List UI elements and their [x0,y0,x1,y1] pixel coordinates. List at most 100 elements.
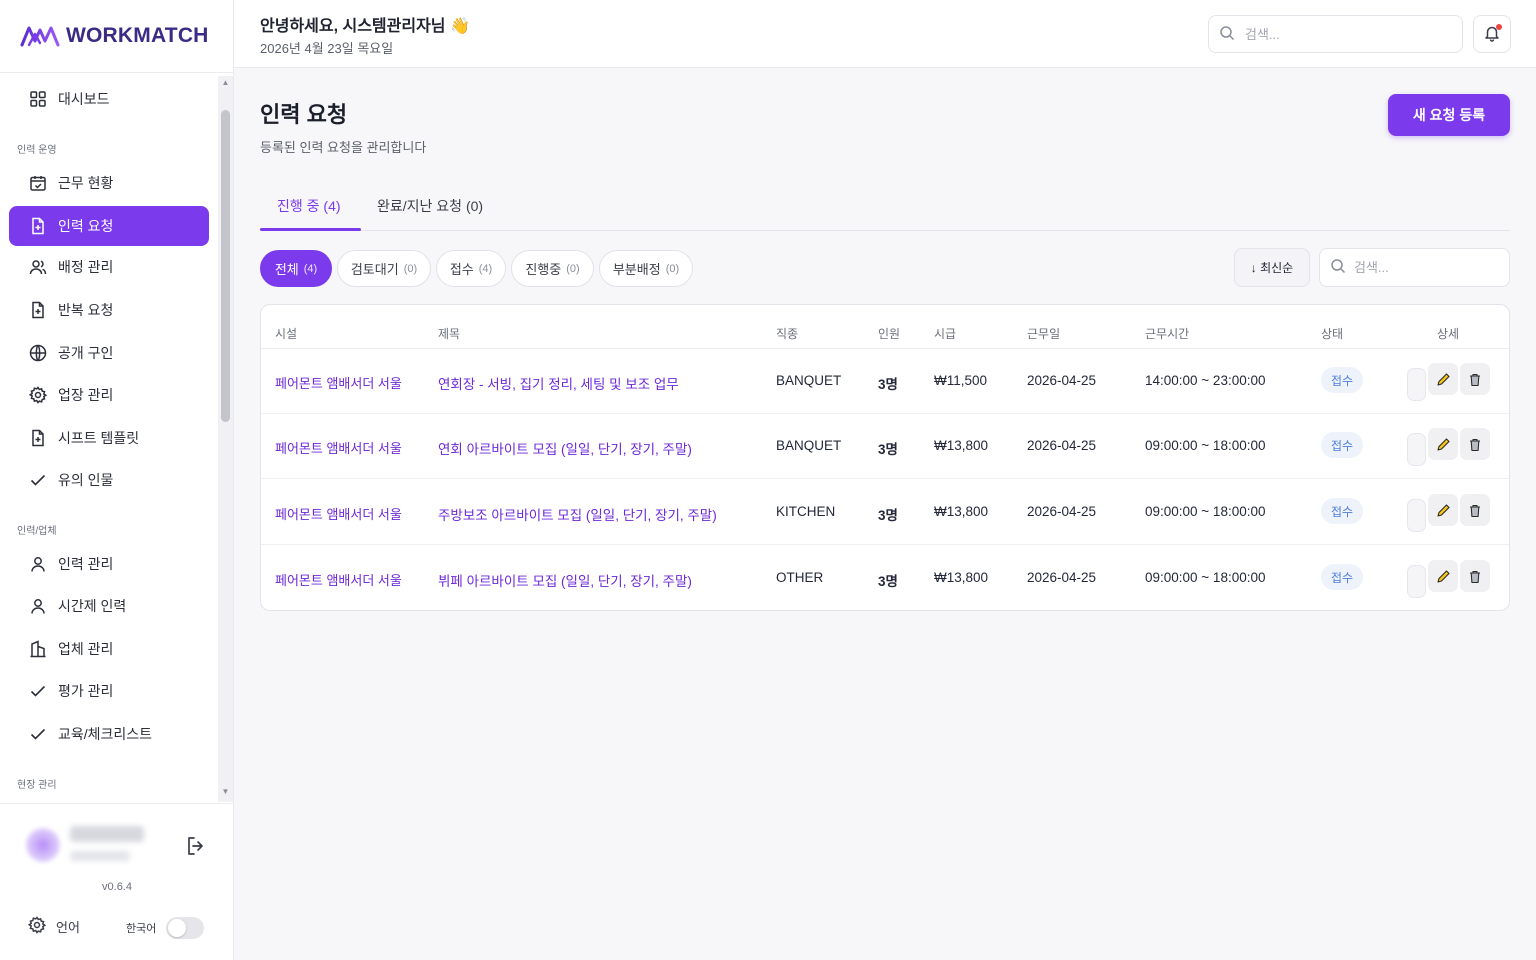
cell-job: OTHER [776,570,824,585]
new-request-button[interactable]: 새 요청 등록 [1388,94,1510,136]
status-badge: 접수 [1321,432,1364,458]
scrollbar-thumb[interactable] [221,110,230,422]
language-value: 한국어 [126,923,157,935]
detail-button[interactable] [1407,433,1426,466]
detail-button[interactable] [1407,565,1426,598]
sidebar-item-shift-template[interactable]: 시프트 템플릿 [9,418,209,458]
column-header[interactable]: 시설 [275,325,297,342]
sidebar-item-watchlist[interactable]: 유의 인물 [9,460,209,500]
filter-chip-in-progress[interactable]: 진행중 (0) [511,250,594,287]
detail-button[interactable] [1407,499,1426,532]
sidebar-item-public-jobs[interactable]: 공개 구인 [9,333,209,373]
column-header[interactable]: 인원 [878,325,900,342]
edit-button[interactable] [1428,428,1458,460]
sidebar-item-label: 업체 관리 [58,641,114,657]
user-icon [29,555,47,573]
language-label: 언어 [56,920,80,935]
edit-button[interactable] [1428,363,1458,395]
cell-time: 14:00:00 ~ 23:00:00 [1145,373,1266,388]
filter-chip-received[interactable]: 접수 (4) [436,250,506,287]
notification-button[interactable] [1473,15,1511,53]
cell-facility[interactable]: 페어몬트 앰배서더 서울 [275,504,402,523]
status-badge: 접수 [1321,498,1364,524]
sidebar-item-venue[interactable]: 업장 관리 [9,375,209,415]
tab-completed[interactable]: 완료/지난 요청 (0) [377,196,483,216]
column-header[interactable]: 근무일 [1027,325,1060,342]
filter-chip-partial[interactable]: 부분배정 (0) [599,250,693,287]
brand-logo[interactable]: WORKMATCH [20,22,209,50]
sidebar-item-label: 유의 인물 [58,472,114,488]
table-row[interactable]: 페어몬트 앰배서더 서울 뷔페 아르바이트 모집 (일일, 단기, 장기, 주말… [261,546,1509,611]
search-icon [1330,258,1346,277]
language-toggle[interactable] [166,917,204,939]
cell-facility[interactable]: 페어몬트 앰배서더 서울 [275,570,402,589]
logout-icon[interactable] [184,834,208,858]
sidebar-item-assignment[interactable]: 배정 관리 [9,247,209,287]
table-row[interactable]: 페어몬트 앰배서더 서울 연회장 - 서빙, 집기 정리, 세팅 및 보조 업무… [261,349,1509,414]
cell-title[interactable]: 연회장 - 서빙, 집기 정리, 세팅 및 보조 업무 [438,373,679,393]
search-input[interactable] [1245,26,1435,42]
sidebar-item-label: 대시보드 [58,91,110,107]
gear-icon [29,386,47,404]
table-row[interactable]: 페어몬트 앰배서더 서울 주방보조 아르바이트 모집 (일일, 단기, 장기, … [261,480,1509,545]
language-setting: 언어 [27,916,80,937]
scroll-down-icon[interactable]: ▼ [221,788,230,796]
delete-button[interactable] [1460,428,1490,460]
table-row[interactable]: 페어몬트 앰배서더 서울 연회 아르바이트 모집 (일일, 단기, 장기, 주말… [261,414,1509,479]
column-header[interactable]: 시급 [934,325,956,342]
filter-chip-pending-review[interactable]: 검토대기 (0) [337,250,431,287]
delete-button[interactable] [1460,494,1490,526]
pencil-icon [1436,503,1450,517]
chip-count: (0) [403,262,418,275]
sort-button[interactable]: ↓ 최신순 [1234,248,1310,287]
edit-button[interactable] [1428,560,1458,592]
cell-title[interactable]: 뷔페 아르바이트 모집 (일일, 단기, 장기, 주말) [438,570,692,590]
cell-job: KITCHEN [776,504,836,519]
trash-icon [1470,504,1480,517]
sidebar-item-recurring[interactable]: 반복 요청 [9,290,209,330]
column-header[interactable]: 근무시간 [1145,325,1189,342]
sidebar-item-parttime[interactable]: 시간제 인력 [9,586,209,626]
cell-facility[interactable]: 페어몬트 앰배서더 서울 [275,373,402,392]
cell-time: 09:00:00 ~ 18:00:00 [1145,570,1266,585]
check-icon [29,471,47,489]
delete-button[interactable] [1460,560,1490,592]
column-header[interactable]: 상세 [1437,325,1459,342]
cell-wage: ₩13,800 [934,438,989,453]
avatar[interactable] [26,828,60,862]
pencil-icon [1436,372,1450,386]
scroll-up-icon[interactable]: ▲ [221,79,230,87]
edit-button[interactable] [1428,494,1458,526]
cell-title[interactable]: 연회 아르바이트 모집 (일일, 단기, 장기, 주말) [438,438,692,458]
sidebar-item-vendor[interactable]: 업체 관리 [9,629,209,669]
sidebar-item-label: 교육/체크리스트 [58,726,153,742]
cell-people: 3명 [878,442,898,457]
column-header[interactable]: 상태 [1321,325,1343,342]
sidebar-item-evaluation[interactable]: 평가 관리 [9,671,209,711]
cell-wage: ₩11,500 [934,373,988,388]
sidebar-item-label: 시프트 템플릿 [58,430,140,446]
filter-chip-all[interactable]: 전체 (4) [260,250,332,287]
tab-in-progress[interactable]: 진행 중 (4) [277,196,341,216]
cell-job: BANQUET [776,438,842,453]
column-header[interactable]: 제목 [438,325,460,342]
cell-facility[interactable]: 페어몬트 앰배서더 서울 [275,438,402,457]
sidebar-item-work-status[interactable]: 근무 현황 [9,163,209,203]
grid-icon [29,90,47,108]
cell-people: 3명 [878,574,898,589]
sidebar-nav: 대시보드 인력 운영 근무 현황 인력 요청 배정 관리 반복 요청 공개 구인… [0,76,218,802]
active-tab-indicator [260,228,361,231]
delete-button[interactable] [1460,363,1490,395]
detail-button[interactable] [1407,368,1426,401]
table-search[interactable] [1319,248,1510,287]
column-header[interactable]: 직종 [776,325,798,342]
sidebar-item-dashboard[interactable]: 대시보드 [9,79,209,119]
sidebar-item-training[interactable]: 교육/체크리스트 [9,714,209,754]
cell-title[interactable]: 주방보조 아르바이트 모집 (일일, 단기, 장기, 주말) [438,504,717,524]
table-search-input[interactable] [1354,260,1494,275]
sidebar-item-staff[interactable]: 인력 관리 [9,544,209,584]
file-plus-icon [29,217,47,235]
sidebar-item-staff-request[interactable]: 인력 요청 [9,206,209,246]
gear-icon [27,916,47,937]
global-search[interactable] [1208,15,1463,53]
